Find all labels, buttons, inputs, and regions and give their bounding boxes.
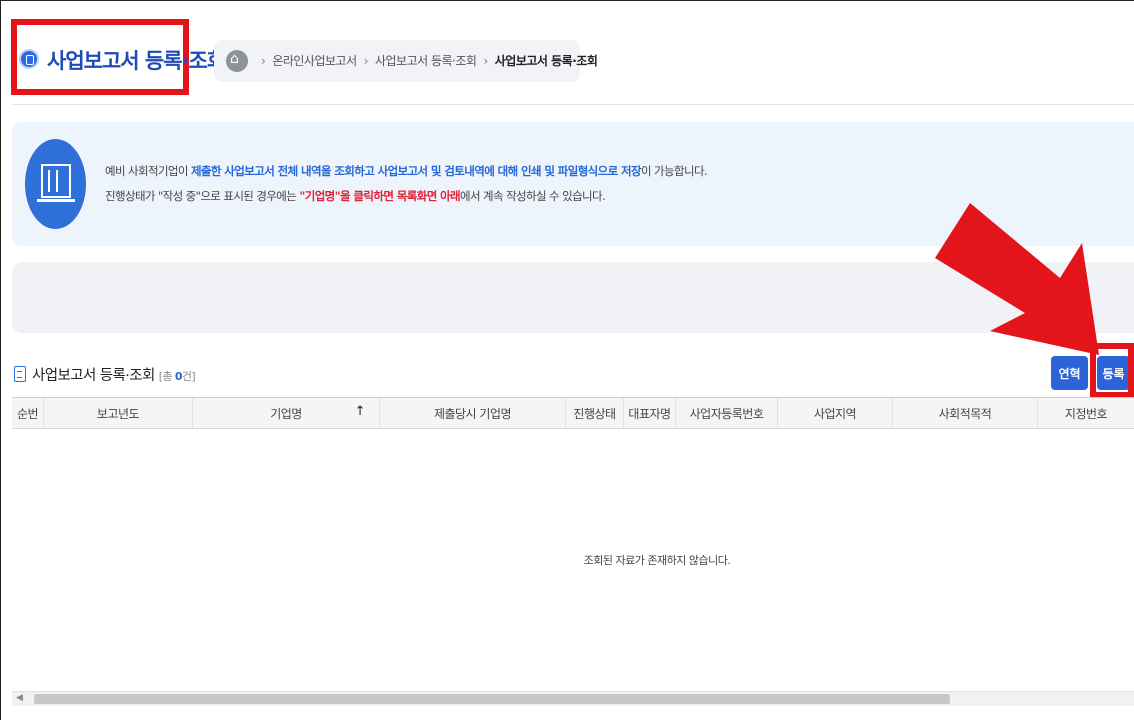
horizontal-scrollbar[interactable]: ◀ (12, 691, 1134, 706)
info-line-2-text: 진행상태가 "작성 중"으로 표시된 경우에는 (105, 189, 300, 203)
info-building-badge (25, 139, 86, 229)
sort-arrow-icon[interactable]: ↑ (355, 404, 366, 419)
page-title: 사업보고서 등록·조회 (47, 49, 226, 73)
breadcrumb-item-current: 사업보고서 등록·조회 (494, 54, 598, 68)
list-icon (14, 366, 26, 382)
list-title: 사업보고서 등록·조회 [총 0건] (32, 364, 196, 385)
column-header-ceo-name[interactable]: 대표자명 (624, 398, 676, 428)
list-count-suffix: 건] (181, 370, 196, 383)
info-line-1-highlight: 제출한 사업보고서 전체 내역을 조회하고 사업보고서 및 검토내역에 대해 인… (190, 164, 642, 178)
header-divider (12, 104, 1134, 105)
page-frame (0, 0, 1134, 720)
column-header-designation-number[interactable]: 지정번호 (1038, 398, 1134, 428)
annotation-arrow-icon (935, 203, 1099, 355)
list-count-value: 0 (174, 370, 183, 383)
column-header-status[interactable]: 진행상태 (566, 398, 624, 428)
list-title-text: 사업보고서 등록·조회 (32, 368, 155, 384)
breadcrumb-separator: › (363, 54, 369, 68)
info-line-1-tail: 이 가능합니다. (640, 164, 708, 178)
home-icon[interactable] (226, 50, 248, 72)
info-line-2: 진행상태가 "작성 중"으로 표시된 경우에는 "기업명"을 클릭하면 목록화면… (105, 188, 606, 204)
empty-table-message: 조회된 자료가 존재하지 않습니다. (583, 554, 731, 567)
column-header-social-purpose[interactable]: 사회적목적 (893, 398, 1038, 428)
info-line-2-tail: 에서 계속 작성하실 수 있습니다. (460, 189, 606, 203)
info-line-1: 예비 사회적기업이 제출한 사업보고서 전체 내역을 조회하고 사업보고서 및 … (105, 163, 708, 179)
column-header-report-year[interactable]: 보고년도 (44, 398, 193, 428)
list-count-prefix: [총 (158, 370, 175, 383)
breadcrumb-separator: › (483, 54, 488, 68)
building-icon (37, 164, 75, 202)
column-header-submitted-company-name[interactable]: 제출당시 기업명 (380, 398, 566, 428)
column-header-no: 순번 (12, 398, 44, 428)
breadcrumb-items: › 온라인사업보고서 › 사업보고서 등록·조회 › 사업보고서 등록·조회 (254, 52, 598, 69)
column-header-company-name-label: 기업명 (270, 406, 302, 421)
breadcrumb-item-report-register[interactable]: 사업보고서 등록·조회 (375, 54, 477, 68)
info-line-1-text: 예비 사회적기업이 (105, 164, 191, 178)
breadcrumb-separator: › (261, 54, 266, 68)
column-header-company-name[interactable]: 기업명 ↑ (193, 398, 380, 428)
scroll-left-icon[interactable]: ◀ (16, 693, 23, 703)
table-header: 순번 보고년도 기업명 ↑ 제출당시 기업명 진행상태 대표자명 사업자등록번호… (12, 397, 1134, 429)
breadcrumb-item-online-report[interactable]: 온라인사업보고서 (272, 54, 357, 68)
column-header-region[interactable]: 사업지역 (778, 398, 893, 428)
scrollbar-thumb[interactable] (34, 694, 950, 704)
breadcrumb: › 온라인사업보고서 › 사업보고서 등록·조회 › 사업보고서 등록·조회 (214, 40, 598, 82)
history-button[interactable]: 연혁 (1051, 356, 1088, 390)
report-icon (19, 49, 39, 69)
info-line-2-highlight: "기업명"을 클릭하면 목록화면 아래 (299, 189, 461, 203)
column-header-business-number[interactable]: 사업자등록번호 (676, 398, 778, 428)
list-count: [총 0건] (158, 370, 196, 383)
